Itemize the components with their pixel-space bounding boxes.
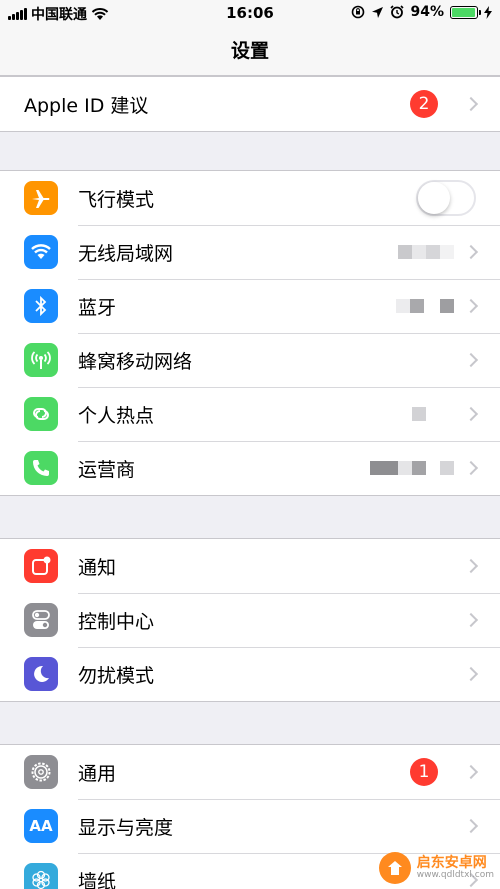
battery-fill	[452, 7, 475, 17]
general-label: 通用	[78, 762, 117, 785]
battery-icon	[450, 5, 481, 19]
chevron-right-icon	[463, 460, 479, 476]
notifications-group: 通知 控制中心 勿扰模式	[0, 538, 500, 702]
chevron-right-icon	[463, 244, 479, 260]
status-right: 94%	[351, 4, 492, 20]
bluetooth-row[interactable]: 蓝牙	[0, 279, 500, 333]
cellular-row[interactable]: 蜂窝移动网络	[0, 333, 500, 387]
chevron-right-icon	[463, 352, 479, 368]
watermark-logo-icon	[378, 852, 411, 884]
hotspot-icon	[24, 397, 58, 431]
hotspot-value-redacted	[412, 407, 454, 421]
chevron-right-icon	[463, 666, 479, 682]
rotation-lock-icon	[352, 5, 365, 19]
chevron-right-icon	[463, 558, 479, 574]
watermark-title: 启东安卓网	[416, 855, 487, 871]
bluetooth-value-redacted	[396, 299, 454, 313]
chevron-right-icon	[463, 764, 479, 780]
cellular-label: 蜂窝移动网络	[78, 350, 193, 373]
gear-icon	[24, 755, 58, 789]
airplane-mode-label: 飞行模式	[78, 188, 155, 211]
display-icon: AA	[24, 809, 58, 843]
chevron-right-icon	[463, 818, 479, 834]
page-title: 设置	[230, 40, 269, 62]
apple-id-badge: 2	[410, 90, 438, 118]
airplane-icon	[24, 181, 58, 215]
nav-bar: 设置	[0, 26, 500, 76]
apple-id-group: Apple ID 建议 2	[0, 76, 500, 132]
wifi-label: 无线局域网	[78, 242, 174, 265]
display-icon-text: AA	[29, 817, 53, 835]
control-center-label: 控制中心	[78, 610, 155, 633]
switches-icon	[24, 603, 58, 637]
wifi-icon	[24, 235, 58, 269]
carrier-row[interactable]: 运营商	[0, 441, 500, 495]
airplane-mode-row: 飞行模式	[0, 171, 500, 225]
wifi-value-redacted	[398, 245, 454, 259]
wifi-row[interactable]: 无线局域网	[0, 225, 500, 279]
apple-id-label: Apple ID 建议	[24, 94, 149, 117]
phone-icon	[24, 451, 58, 485]
bluetooth-icon	[24, 289, 58, 323]
bluetooth-label: 蓝牙	[78, 296, 117, 319]
antenna-icon	[24, 343, 58, 377]
chevron-right-icon	[463, 96, 479, 112]
carrier-label: 运营商	[78, 458, 136, 481]
carrier-value-redacted	[370, 461, 454, 475]
general-badge: 1	[410, 758, 438, 786]
hotspot-row[interactable]: 个人热点	[0, 387, 500, 441]
moon-icon	[24, 657, 58, 691]
alarm-icon	[390, 5, 405, 19]
notifications-row[interactable]: 通知	[0, 539, 500, 593]
charging-icon	[484, 5, 492, 19]
hotspot-label: 个人热点	[78, 404, 155, 427]
do-not-disturb-label: 勿扰模式	[78, 664, 155, 687]
watermark-url: www.qdldtxl.com	[416, 870, 494, 880]
site-watermark: 启东安卓网 www.qdldtxl.com	[378, 852, 494, 884]
notifications-label: 通知	[78, 556, 117, 579]
location-icon	[372, 6, 384, 18]
chevron-right-icon	[463, 612, 479, 628]
display-brightness-label: 显示与亮度	[78, 816, 174, 839]
do-not-disturb-row[interactable]: 勿扰模式	[0, 647, 500, 701]
notification-icon	[24, 549, 58, 583]
toggle-knob	[418, 182, 450, 214]
watermark-text: 启东安卓网 www.qdldtxl.com	[417, 856, 494, 880]
flower-icon	[24, 863, 58, 889]
display-brightness-row[interactable]: AA 显示与亮度	[0, 799, 500, 853]
control-center-row[interactable]: 控制中心	[0, 593, 500, 647]
status-bar: 中国联通 16:06 94%	[0, 0, 500, 26]
battery-percent: 94%	[410, 4, 444, 20]
airplane-mode-toggle[interactable]	[416, 180, 476, 216]
network-group: 飞行模式 无线局域网 蓝牙 蜂窝移动网络 个人热点 运营商	[0, 170, 500, 496]
chevron-right-icon	[463, 406, 479, 422]
chevron-right-icon	[463, 298, 479, 314]
apple-id-suggestions-row[interactable]: Apple ID 建议 2	[0, 77, 500, 131]
general-row[interactable]: 通用 1	[0, 745, 500, 799]
